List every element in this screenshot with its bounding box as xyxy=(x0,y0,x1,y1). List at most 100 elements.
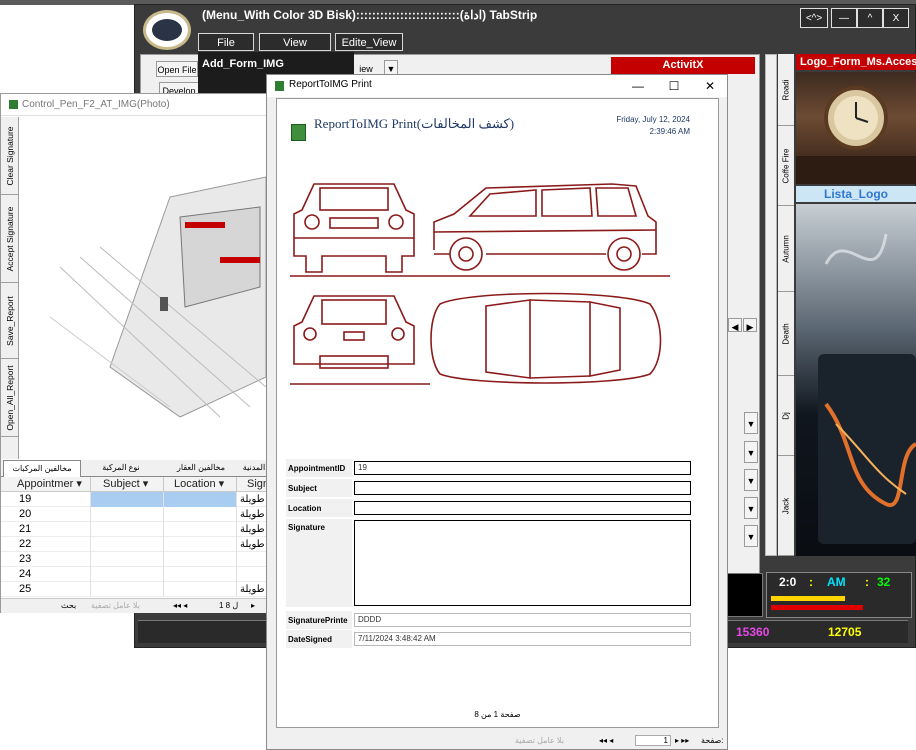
cell-subject[interactable] xyxy=(91,552,164,567)
report-minimize-button[interactable]: — xyxy=(622,77,654,95)
cell-subject[interactable] xyxy=(91,567,164,582)
combo-arrow-2-icon[interactable]: ▼ xyxy=(744,441,758,463)
record-tabs: مخالفين المركبات نوع المركبة مخالفين الع… xyxy=(1,460,267,477)
cell-location[interactable] xyxy=(164,537,237,552)
open-all-report-button[interactable]: Open_All_Report xyxy=(1,359,18,437)
cell-appointment-id[interactable]: 20 xyxy=(1,507,91,522)
cell-location[interactable] xyxy=(164,522,237,537)
combo-arrow-1-icon[interactable]: ▼ xyxy=(744,412,758,434)
scroll-right-icon[interactable]: ▶ xyxy=(743,318,757,332)
maximize-button[interactable]: ^ xyxy=(857,8,883,28)
cell-subject[interactable] xyxy=(91,507,164,522)
open-file-button[interactable]: Open File xyxy=(156,61,198,77)
activitx-label: ActivitX xyxy=(611,57,755,74)
filter-status[interactable]: بلا عامل تصفية xyxy=(91,601,140,610)
cell-signature[interactable] xyxy=(237,552,267,567)
column-signature[interactable]: Sign xyxy=(237,477,269,492)
cell-signature[interactable]: طويلة xyxy=(237,492,267,507)
cell-signature[interactable]: طويلة xyxy=(237,537,267,552)
datasheet-grid: Appointmer ▾ Subject ▾ Location ▾ Sign 1… xyxy=(1,477,269,597)
cell-signature[interactable]: طويلة xyxy=(237,507,267,522)
cell-appointment-id[interactable]: 22 xyxy=(1,537,91,552)
cell-appointment-id[interactable]: 19 xyxy=(1,492,91,507)
accept-signature-button[interactable]: Accept Signature xyxy=(1,195,18,283)
logo-form-label: Logo_Form_Ms.Access xyxy=(796,54,916,70)
report-page-input[interactable]: 1 xyxy=(635,735,671,746)
combo-arrow-5-icon[interactable]: ▼ xyxy=(744,525,758,547)
table-row[interactable]: 25 طويلة xyxy=(1,582,267,597)
cell-location[interactable] xyxy=(164,552,237,567)
cell-appointment-id[interactable]: 25 xyxy=(1,582,91,597)
vtab-coffe-fire[interactable]: Coffe Fire xyxy=(778,126,794,206)
tab-property-violators[interactable]: مخالفين العقار xyxy=(163,460,239,476)
field-label-signature-printed: SignaturePrinte xyxy=(288,616,348,625)
clock-seconds: 32 xyxy=(877,575,891,589)
menu-edit-view[interactable]: Edite_View xyxy=(335,33,403,51)
cell-location[interactable] xyxy=(164,567,237,582)
table-row[interactable]: 19 طويلة xyxy=(1,492,267,507)
minimize-button[interactable]: — xyxy=(831,8,857,28)
cell-signature[interactable] xyxy=(237,567,267,582)
report-nav-prev-icon[interactable]: ◂◂ ◂ xyxy=(599,736,613,745)
photo-window-title: Control_Pen_F2_AT_IMG(Photo) xyxy=(1,94,267,116)
cell-subject[interactable] xyxy=(91,492,164,507)
vtab-death[interactable]: Death xyxy=(778,292,794,376)
table-row[interactable]: 24 xyxy=(1,567,267,582)
cell-location[interactable] xyxy=(164,507,237,522)
vertical-scrollbar[interactable] xyxy=(765,54,777,556)
cell-signature[interactable]: طويلة xyxy=(237,522,267,537)
menu-view[interactable]: View xyxy=(259,33,331,51)
menu-file[interactable]: File xyxy=(198,33,254,51)
report-heading: ReportToIMG Print(كشف المخالفات) xyxy=(314,116,515,131)
vtab-roadi[interactable]: Roadi xyxy=(778,54,794,126)
search-box[interactable]: بحث xyxy=(61,601,76,610)
tab-vehicle-violators[interactable]: مخالفين المركبات xyxy=(3,460,81,477)
cell-subject[interactable] xyxy=(91,522,164,537)
tab-civil[interactable]: المدنية xyxy=(241,460,267,476)
cell-appointment-id[interactable]: 21 xyxy=(1,522,91,537)
column-subject[interactable]: Subject ▾ xyxy=(91,477,164,492)
vtab-jack[interactable]: Jack xyxy=(778,456,794,556)
field-appointment-id: 19 xyxy=(354,461,691,475)
clear-signature-button[interactable]: Clear Signature xyxy=(1,117,18,195)
combo-arrow-4-icon[interactable]: ▼ xyxy=(744,497,758,519)
table-row[interactable]: 20 طويلة xyxy=(1,507,267,522)
field-signature-printed: DDDD xyxy=(354,613,691,627)
progress-bar-red xyxy=(771,605,863,610)
column-location[interactable]: Location ▾ xyxy=(164,477,237,492)
scroll-left-icon[interactable]: ◀ xyxy=(728,318,742,332)
cell-subject[interactable] xyxy=(91,582,164,597)
column-appointment[interactable]: Appointmer ▾ xyxy=(1,477,91,492)
report-date: Friday, July 12, 2024 xyxy=(616,115,690,124)
photo-side-buttons: Clear Signature Accept Signature Save_Re… xyxy=(1,117,19,459)
record-count: 1 ل 8 xyxy=(219,601,239,610)
cell-location[interactable] xyxy=(164,492,237,507)
close-button[interactable]: X xyxy=(883,8,909,28)
nav-next-icon[interactable]: ▸ xyxy=(251,601,255,610)
vtab-autumn[interactable]: Autumn xyxy=(778,206,794,292)
cell-subject[interactable] xyxy=(91,537,164,552)
cell-location[interactable] xyxy=(164,582,237,597)
vtab-dj[interactable]: Dj xyxy=(778,376,794,456)
cell-appointment-id[interactable]: 23 xyxy=(1,552,91,567)
report-close-button[interactable]: ✕ xyxy=(694,77,726,95)
restore-button[interactable]: <^> xyxy=(800,8,828,28)
combo-arrow-3-icon[interactable]: ▼ xyxy=(744,469,758,491)
tab-vehicle-type[interactable]: نوع المركبة xyxy=(81,460,161,476)
field-location xyxy=(354,501,691,515)
menu-item-add-form-img[interactable]: Add_Form_IMG xyxy=(202,58,284,70)
report-filter-status[interactable]: بلا عامل تصفية xyxy=(515,736,564,745)
cell-signature[interactable]: طويلة xyxy=(237,582,267,597)
table-row[interactable]: 23 xyxy=(1,552,267,567)
report-maximize-button[interactable]: ☐ xyxy=(658,77,690,95)
cell-appointment-id[interactable]: 24 xyxy=(1,567,91,582)
clock-ampm: AM xyxy=(827,575,846,589)
save-report-button[interactable]: Save_Report xyxy=(1,283,18,359)
vertical-tabstrip: Roadi Coffe Fire Autumn Death Dj Jack xyxy=(778,54,794,556)
table-row[interactable]: 22 طويلة xyxy=(1,537,267,552)
report-nav-next-icon[interactable]: ▸ ▸▸ xyxy=(675,736,689,745)
table-row[interactable]: 21 طويلة xyxy=(1,522,267,537)
nav-first-icon[interactable]: ◂◂ ◂ xyxy=(173,601,187,610)
field-subject xyxy=(354,481,691,495)
report-page-footer: صفحة 1 من 8 xyxy=(474,710,521,719)
